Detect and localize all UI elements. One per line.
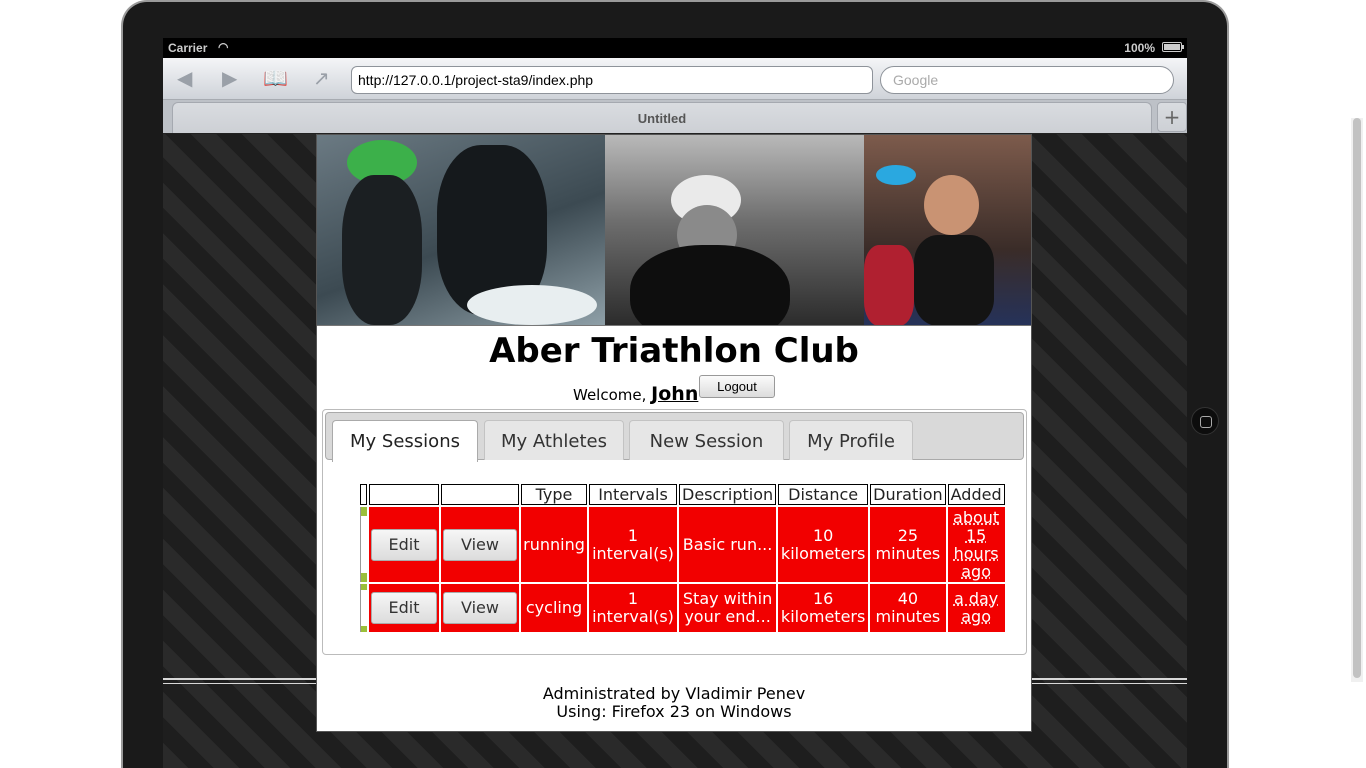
- wifi-icon: ◠: [218, 40, 229, 54]
- scrollbar[interactable]: [1351, 118, 1363, 682]
- distance-cell: 10 kilometers: [778, 507, 869, 582]
- sessions-table: Type Intervals Description Distance Dura…: [358, 482, 1007, 634]
- forward-icon[interactable]: ▶: [222, 66, 237, 90]
- logout-button[interactable]: Logout: [699, 375, 775, 398]
- column-header-intervals: Intervals: [589, 484, 677, 505]
- table-header-row: Type Intervals Description Distance Dura…: [360, 484, 1005, 505]
- footer-admin: Administrated by Vladimir Penev: [542, 684, 806, 703]
- page-container: Aber Triathlon Club Welcome, John Logout…: [316, 134, 1032, 732]
- edit-button[interactable]: Edit: [371, 592, 437, 624]
- footer: Administrated by Vladimir Penev Using: F…: [317, 685, 1031, 721]
- user-name-link[interactable]: John: [651, 383, 698, 405]
- tabs-panel: My Sessions My Athletes New Session My P…: [322, 409, 1027, 655]
- welcome-message: Welcome, John: [573, 383, 698, 405]
- new-tab-icon[interactable]: +: [1157, 102, 1187, 132]
- column-header: [360, 484, 367, 505]
- browser-tabstrip: Untitled +: [163, 100, 1187, 133]
- webpage: Aber Triathlon Club Welcome, John Logout…: [163, 134, 1187, 768]
- tabs-header: My Sessions My Athletes New Session My P…: [325, 412, 1024, 462]
- edit-cell: Edit: [369, 584, 439, 632]
- intervals-cell: 1 interval(s): [589, 584, 677, 632]
- banner-swimmers-image: [317, 135, 605, 325]
- description-cell: Basic run...: [679, 507, 777, 582]
- browser-toolbar: ◀ ▶ 📖 ↗ http://127.0.0.1/project-sta9/in…: [163, 58, 1187, 100]
- banner-runners-image: [864, 135, 1031, 325]
- table-row: Edit View running 1 interval(s) Basic ru…: [360, 507, 1005, 582]
- home-button[interactable]: [1191, 407, 1219, 435]
- bookmarks-icon[interactable]: 📖: [263, 66, 288, 90]
- column-header-added: Added: [947, 484, 1005, 505]
- edit-button[interactable]: Edit: [371, 528, 437, 561]
- added-time: about 15 hours ago: [953, 507, 1000, 581]
- column-header-description: Description: [679, 484, 777, 505]
- type-cell: cycling: [521, 584, 587, 632]
- welcome-text: Welcome,: [573, 386, 647, 404]
- column-header: [441, 484, 519, 505]
- added-cell: about 15 hours ago: [947, 507, 1005, 582]
- distance-cell: 16 kilometers: [778, 584, 869, 632]
- added-time: a day ago: [953, 589, 999, 626]
- table-row: Edit View cycling 1 interval(s) Stay wit…: [360, 584, 1005, 632]
- browser-tab[interactable]: Untitled: [172, 102, 1152, 133]
- tab-new-session[interactable]: New Session: [629, 420, 784, 460]
- ipad-screen: Carrier ◠ 100% ◀ ▶ 📖 ↗ http://127.0.0.1/…: [163, 38, 1187, 768]
- description-cell: Stay within your end...: [679, 584, 777, 632]
- page-title: Aber Triathlon Club: [489, 331, 859, 371]
- tab-my-profile[interactable]: My Profile: [789, 420, 913, 460]
- duration-cell: 40 minutes: [870, 584, 946, 632]
- back-icon[interactable]: ◀: [177, 66, 192, 90]
- added-cell: a day ago: [947, 584, 1005, 632]
- share-icon[interactable]: ↗: [313, 66, 330, 90]
- column-header-type: Type: [521, 484, 587, 505]
- view-cell: View: [441, 507, 519, 582]
- url-field[interactable]: http://127.0.0.1/project-sta9/index.php: [351, 66, 873, 94]
- tab-my-sessions[interactable]: My Sessions: [332, 420, 478, 462]
- banner-image: [317, 135, 1031, 326]
- row-marker: [360, 584, 367, 632]
- type-cell: running: [521, 507, 587, 582]
- column-header: [369, 484, 439, 505]
- edit-cell: Edit: [369, 507, 439, 582]
- duration-cell: 25 minutes: [870, 507, 946, 582]
- view-button[interactable]: View: [443, 592, 517, 624]
- status-bar: Carrier ◠ 100%: [163, 38, 1187, 58]
- row-marker: [360, 507, 367, 582]
- view-button[interactable]: View: [443, 528, 517, 561]
- intervals-cell: 1 interval(s): [589, 507, 677, 582]
- footer-browser: Using: Firefox 23 on Windows: [556, 702, 792, 721]
- battery-percent: 100%: [1124, 41, 1155, 55]
- carrier-label: Carrier: [168, 41, 208, 55]
- tab-my-athletes[interactable]: My Athletes: [484, 420, 624, 460]
- column-header-distance: Distance: [778, 484, 869, 505]
- search-input[interactable]: Google: [880, 66, 1174, 94]
- battery-icon: [1162, 42, 1184, 52]
- column-header-duration: Duration: [870, 484, 946, 505]
- banner-cyclist-image: [605, 135, 864, 325]
- scrollbar-thumb[interactable]: [1353, 118, 1361, 678]
- view-cell: View: [441, 584, 519, 632]
